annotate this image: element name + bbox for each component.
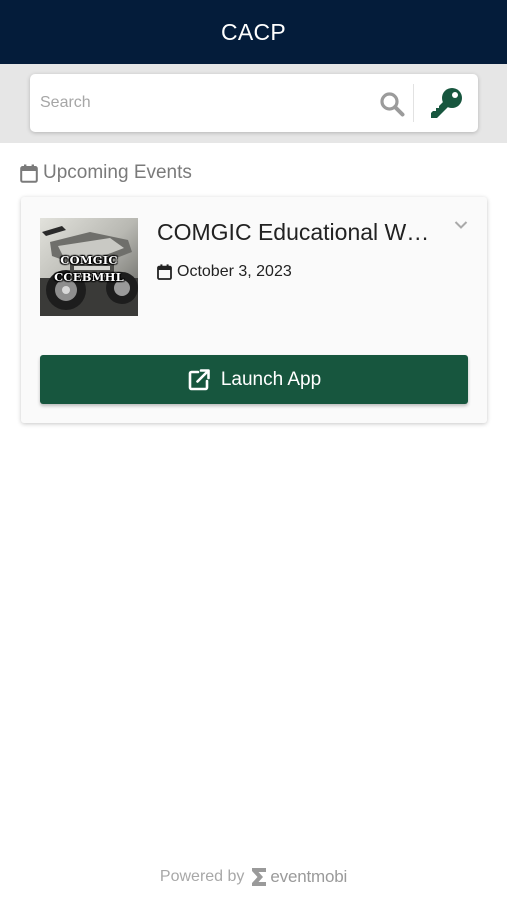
motorcycle-image bbox=[40, 218, 138, 316]
powered-by-text: Powered by bbox=[159, 868, 245, 885]
chevron-down-icon[interactable] bbox=[454, 220, 468, 230]
app-title: CACP bbox=[220, 18, 287, 45]
event-date: October 3, 2023 bbox=[157, 263, 292, 281]
brand-name: eventmobi bbox=[270, 867, 348, 886]
thumbnail-text-line-2: CCEBMHL bbox=[54, 270, 124, 284]
launch-app-button[interactable]: Launch App bbox=[40, 355, 468, 404]
footer: Powered by eventmobi bbox=[0, 862, 507, 892]
search-box bbox=[30, 74, 478, 132]
key-icon[interactable] bbox=[429, 87, 465, 119]
event-date-text: October 3, 2023 bbox=[177, 263, 292, 280]
search-divider bbox=[413, 84, 414, 122]
eventmobi-sigma-icon bbox=[252, 868, 267, 886]
search-bar-area bbox=[0, 64, 507, 143]
event-card[interactable]: COMGIC CCEBMHL COMGIC Educational W… Oct… bbox=[21, 197, 487, 423]
section-heading-label: Upcoming Events bbox=[43, 162, 192, 183]
event-thumbnail: COMGIC CCEBMHL bbox=[40, 218, 138, 316]
app-screen: CACP Upcoming Events bbox=[0, 0, 507, 900]
calendar-icon bbox=[20, 164, 38, 183]
launch-app-label: Launch App bbox=[220, 368, 322, 390]
external-link-icon bbox=[188, 368, 210, 390]
upcoming-events-heading: Upcoming Events bbox=[20, 162, 192, 184]
thumbnail-text-line-1: COMGIC bbox=[60, 253, 118, 267]
search-icon[interactable] bbox=[379, 91, 405, 117]
event-title[interactable]: COMGIC Educational W… bbox=[157, 219, 453, 246]
app-header: CACP bbox=[0, 0, 507, 64]
search-input[interactable] bbox=[30, 74, 370, 132]
eventmobi-logo[interactable]: eventmobi bbox=[250, 866, 347, 888]
calendar-icon bbox=[157, 264, 172, 280]
